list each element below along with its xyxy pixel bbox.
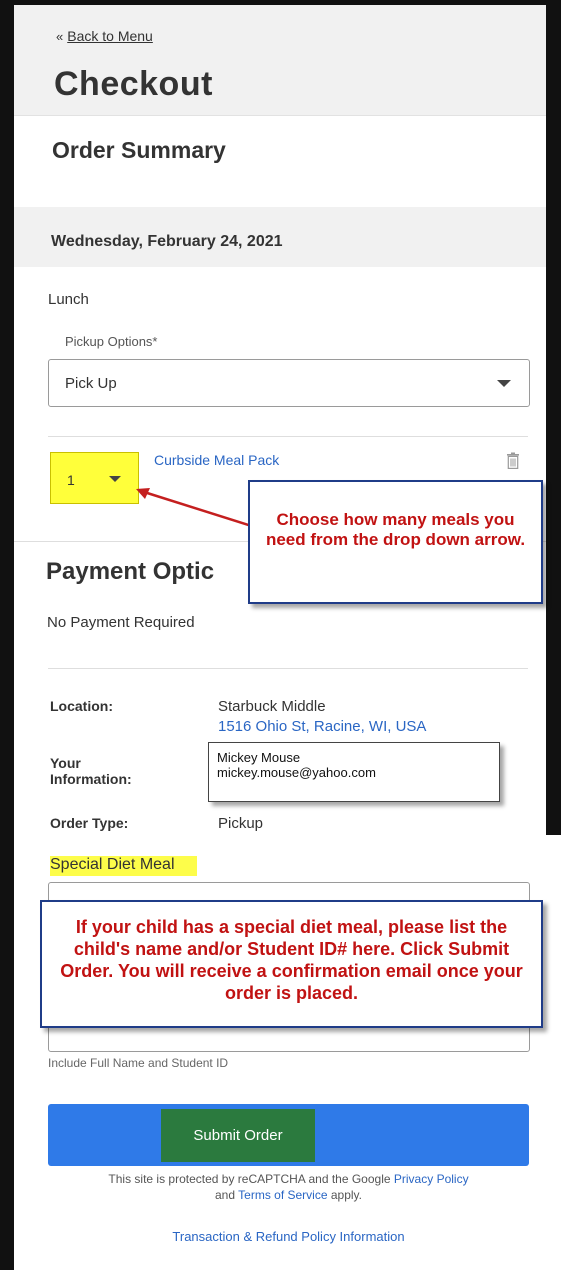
- payment-status-text: No Payment Required: [47, 614, 195, 631]
- dropdown-arrow-icon: [109, 476, 121, 482]
- location-name: Starbuck Middle: [218, 698, 326, 715]
- page-title: Checkout: [54, 65, 213, 103]
- pickup-options-value: Pick Up: [65, 375, 117, 392]
- recaptcha-prefix: This site is protected by reCAPTCHA and …: [108, 1172, 391, 1186]
- location-label: Location:: [50, 698, 113, 714]
- order-type-label: Order Type:: [50, 815, 129, 831]
- refund-policy-link[interactable]: Transaction & Refund Policy Information: [48, 1229, 529, 1244]
- your-information-box: Mickey Mouse mickey.mouse@yahoo.com: [208, 742, 500, 802]
- terms-of-service-link[interactable]: Terms of Service: [238, 1188, 327, 1202]
- back-to-menu-link[interactable]: «Back to Menu: [56, 28, 153, 44]
- customer-name: Mickey Mouse: [217, 750, 301, 765]
- back-to-menu-label: Back to Menu: [67, 28, 153, 44]
- payment-options-heading: Payment Optic: [46, 558, 215, 585]
- your-information-label-line2: Information:: [50, 771, 132, 787]
- divider: [48, 668, 528, 669]
- privacy-policy-link[interactable]: Privacy Policy: [394, 1172, 469, 1186]
- double-chevron-left-icon: «: [56, 29, 64, 44]
- your-information-label-line1: Your: [50, 755, 81, 771]
- special-diet-helper-text: Include Full Name and Student ID: [48, 1056, 229, 1070]
- special-diet-hint-callout: If your child has a special diet meal, p…: [40, 900, 543, 1028]
- meal-label: Lunch: [48, 291, 89, 308]
- item-name-link[interactable]: Curbside Meal Pack: [154, 452, 279, 468]
- order-date: Wednesday, February 24, 2021: [51, 233, 283, 250]
- recaptcha-notice: This site is protected by reCAPTCHA and …: [48, 1171, 529, 1203]
- dropdown-arrow-icon: [497, 380, 511, 387]
- order-summary-heading: Order Summary: [52, 137, 226, 163]
- frame-right-edge-lower: [546, 835, 561, 1270]
- recaptcha-and: and: [215, 1188, 236, 1202]
- special-diet-label: Special Diet Meal: [50, 856, 197, 876]
- special-diet-hint-text: If your child has a special diet meal, p…: [60, 917, 523, 1003]
- order-date-band: Wednesday, February 24, 2021: [14, 207, 546, 267]
- pickup-options-select[interactable]: Pick Up: [48, 359, 530, 407]
- order-type-value: Pickup: [218, 815, 264, 832]
- quantity-select[interactable]: 1: [50, 452, 139, 504]
- quantity-hint-callout: Choose how many meals you need from the …: [248, 480, 543, 604]
- annotation-arrow-icon: [136, 488, 259, 530]
- frame-right-edge: [546, 0, 561, 835]
- quantity-hint-text: Choose how many meals you need from the …: [265, 510, 526, 549]
- trash-icon[interactable]: [506, 452, 520, 469]
- quantity-value: 1: [67, 472, 75, 488]
- customer-email: mickey.mouse@yahoo.com: [217, 765, 376, 780]
- divider: [48, 436, 528, 437]
- recaptcha-suffix: apply.: [330, 1188, 362, 1202]
- checkout-header: «Back to Menu Checkout: [14, 5, 546, 116]
- pickup-options-label: Pickup Options*: [65, 334, 158, 349]
- frame-left-edge-lower: [0, 835, 14, 1270]
- your-information-label: Your Information:: [50, 755, 132, 787]
- submit-order-button[interactable]: Submit Order: [161, 1109, 315, 1162]
- location-address-link[interactable]: 1516 Ohio St, Racine, WI, USA: [218, 718, 426, 735]
